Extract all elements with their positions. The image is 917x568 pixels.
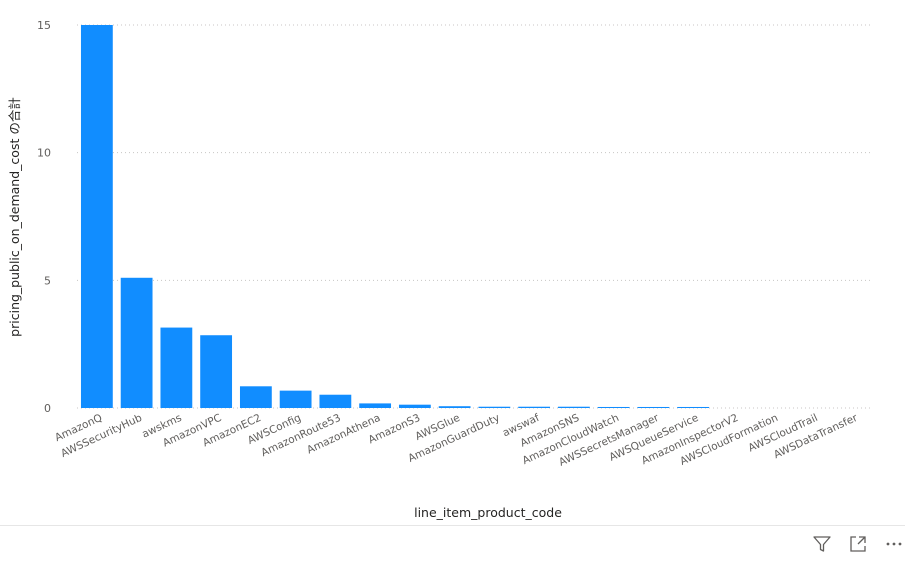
- visual-header-toolbar: [811, 532, 905, 556]
- chart-plot: 051015 AmazonQAWSSecurityHubawskmsAmazon…: [7, 19, 872, 520]
- bar[interactable]: [359, 403, 392, 408]
- y-axis-title: pricing_public_on_demand_cost の合計: [7, 97, 22, 337]
- y-tick-label: 0: [44, 402, 51, 415]
- bar[interactable]: [160, 327, 193, 408]
- bar[interactable]: [438, 406, 471, 408]
- bar[interactable]: [557, 406, 590, 408]
- visual-divider: [0, 525, 905, 526]
- bar[interactable]: [677, 406, 710, 408]
- bar[interactable]: [120, 277, 153, 408]
- bar[interactable]: [200, 335, 233, 408]
- bar[interactable]: [279, 390, 312, 408]
- more-options-icon: [886, 542, 902, 546]
- filter-icon: [813, 536, 831, 552]
- bar[interactable]: [319, 394, 352, 408]
- bar[interactable]: [239, 386, 272, 408]
- bar[interactable]: [518, 406, 551, 408]
- focus-mode-icon: [850, 536, 866, 552]
- x-axis-title: line_item_product_code: [414, 505, 562, 520]
- bar[interactable]: [398, 404, 431, 408]
- bar[interactable]: [478, 406, 511, 408]
- y-tick-label: 15: [37, 19, 51, 32]
- bar[interactable]: [597, 406, 630, 408]
- filter-button[interactable]: [811, 533, 833, 555]
- bar-chart-visual: 0 5 10 15 AmazonQ AWSSecurityHub awskms Amazon…: [0, 0, 917, 568]
- focus-mode-button[interactable]: [847, 533, 869, 555]
- bar[interactable]: [637, 406, 670, 408]
- bar[interactable]: [80, 25, 113, 408]
- more-options-button[interactable]: [883, 533, 905, 555]
- y-tick-label: 10: [37, 147, 51, 160]
- y-tick-label: 5: [44, 274, 51, 287]
